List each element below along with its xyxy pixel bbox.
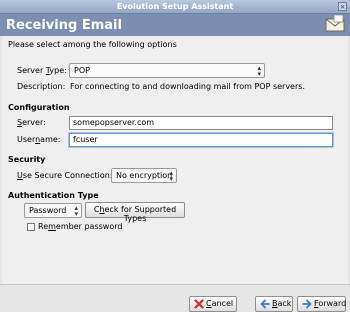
intro-text: Please select among the following option… [8,40,177,49]
check-supported-types-button[interactable]: Check for Supported Types [85,202,185,223]
server-label: Server: [17,118,46,127]
security-heading: Security [8,155,46,164]
server-value: somepopserver.com [73,118,155,127]
encryption-value: No encryption [116,171,173,180]
username-value: fcuser [73,135,98,144]
remember-password-label: Remember password [38,222,123,231]
description-label: Description: [17,82,66,91]
combo-arrows-icon: ▴ ▾ [257,64,261,78]
forward-arrow-icon [302,299,312,309]
server-type-value: POP [74,66,90,75]
back-arrow-icon [260,299,270,309]
page-content: Please select among the following option… [2,36,348,284]
username-label: Username: [17,135,61,144]
secure-connection-label: Use Secure Connection: [17,171,113,180]
auth-method-combo[interactable]: Password ▴ ▾ [24,203,82,218]
dialog-frame: Receiving Email Please select among the … [0,14,350,312]
window-titlebar[interactable]: Evolution Setup Assistant × [0,0,350,14]
combo-arrows-icon: ▴ ▾ [74,204,78,218]
page-header: Receiving Email [0,14,350,36]
username-input[interactable]: fcuser [69,133,333,147]
configuration-heading: Configuration [8,103,70,112]
encryption-combo[interactable]: No encryption ▴ ▾ [111,168,177,183]
back-label: Back [272,299,292,308]
mail-icon [325,14,345,32]
combo-arrows-icon: ▴ ▾ [169,169,173,183]
description-text: For connecting to and downloading mail f… [70,82,305,91]
auth-method-value: Password [29,206,67,215]
check-supported-types-label: Check for Supported Types [93,205,177,223]
cancel-label: Cancel [206,299,234,308]
cancel-button[interactable]: Cancel [189,296,237,312]
forward-label: Forward [314,299,347,308]
cancel-icon [194,299,204,309]
close-icon[interactable]: × [338,2,347,11]
remember-password-checkbox[interactable] [27,223,35,231]
window-title: Evolution Setup Assistant [116,2,234,11]
page-title: Receiving Email [6,18,122,33]
server-type-combo[interactable]: POP ▴ ▾ [69,63,265,78]
server-input[interactable]: somepopserver.com [69,116,333,130]
server-type-label: Server Type: [17,66,67,75]
forward-button[interactable]: Forward [297,296,346,312]
button-separator [0,284,350,285]
back-button[interactable]: Back [255,296,293,312]
auth-heading: Authentication Type [8,191,99,200]
